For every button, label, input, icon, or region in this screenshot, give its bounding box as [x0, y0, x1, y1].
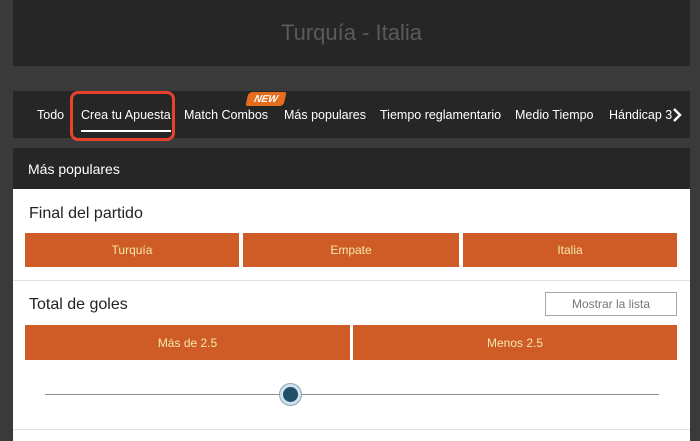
section-header: Más populares [13, 148, 690, 189]
goals-slider-thumb[interactable] [280, 384, 301, 405]
tab-todo[interactable]: Todo [37, 91, 64, 138]
tab-mas-populares[interactable]: Más populares [284, 91, 366, 138]
odds-button-mas-2-5[interactable]: Más de 2.5 [25, 325, 350, 360]
bottom-divider [13, 429, 690, 430]
show-list-button[interactable]: Mostrar la lista [545, 292, 677, 316]
section-title: Más populares [28, 160, 120, 177]
tab-crea-tu-apuesta[interactable]: Crea tu Apuesta [81, 91, 171, 138]
odds-button-italia[interactable]: Italia [463, 233, 677, 267]
odds-button-empate[interactable]: Empate [243, 233, 459, 267]
chevron-right-icon-glyph [673, 107, 682, 122]
market-divider [13, 280, 690, 281]
market-tabs-bar: Todo Crea tu Apuesta Match Combos Más po… [13, 91, 690, 138]
markets-panel: Final del partido Turquía Empate Italia … [13, 189, 690, 441]
chevron-right-icon[interactable] [672, 91, 682, 138]
goals-slider-track[interactable] [45, 394, 659, 395]
match-title: Turquía - Italia [280, 20, 423, 45]
tab-handicap-3[interactable]: Hándicap 3 [609, 91, 672, 138]
new-badge: NEW [245, 92, 287, 106]
tab-medio-tiempo[interactable]: Medio Tiempo [515, 91, 594, 138]
odds-button-menos-2-5[interactable]: Menos 2.5 [353, 325, 677, 360]
match-header: Turquía - Italia [13, 0, 690, 66]
tab-tiempo-reglamentario[interactable]: Tiempo reglamentario [380, 91, 501, 138]
market-title-total-goles: Total de goles [29, 296, 128, 313]
odds-button-turquia[interactable]: Turquía [25, 233, 239, 267]
market-title-final: Final del partido [29, 205, 143, 222]
